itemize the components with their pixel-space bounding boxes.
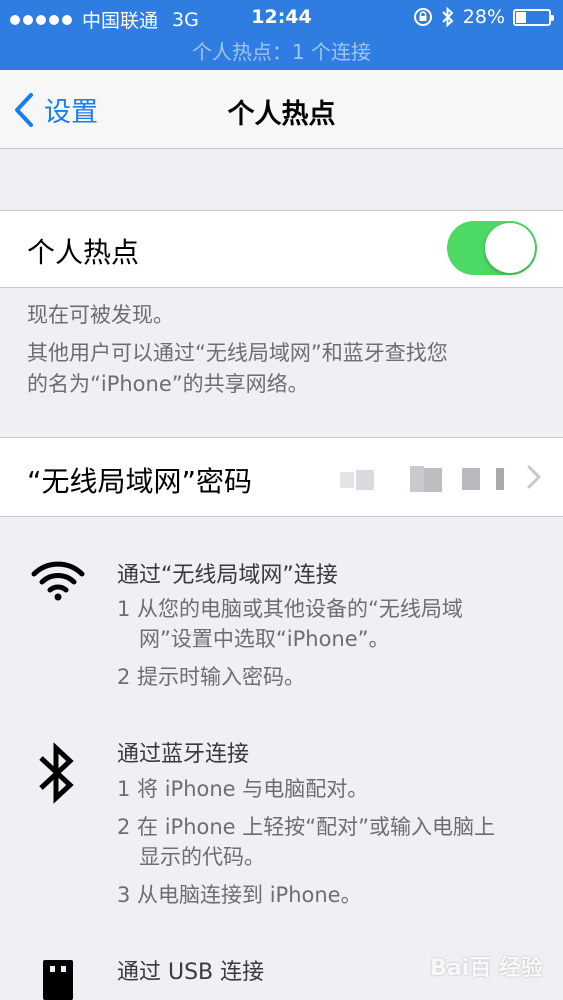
bluetooth-step-2-line1: 2 在 iPhone 上轻按“配对”或输入电脑上 [117,815,496,839]
battery-icon [513,8,554,26]
navigation-bar: 设置 个人热点 [0,70,563,149]
discoverable-description-line1: 其他用户可以通过“无线局域网”和蓝牙查找您 [27,341,448,365]
discoverable-description-line2: 的名为“iPhone”的共享网络。 [27,372,309,396]
wifi-password-label: “无线局域网”密码 [27,465,253,498]
page-title: 个人热点 [227,99,336,130]
hotspot-settings-screen: 中国联通 3G 12:44 28% 个人热点：1 个连接 设置 个人热点 个人热… [0,0,563,1000]
wifi-password-row[interactable]: “无线局域网”密码 [0,437,563,517]
wifi-instructions-title: 通过“无线局域网”连接 [117,563,338,588]
wifi-step-1-line2: 网”设置中选取“iPhone”。 [139,627,390,651]
bluetooth-step-3: 3 从电脑连接到 iPhone。 [117,883,362,907]
bluetooth-step-2-line2: 显示的代码。 [139,845,265,869]
wifi-step-2: 2 提示时输入密码。 [117,665,306,689]
bluetooth-icon [39,742,74,804]
bluetooth-instructions-title: 通过蓝牙连接 [117,742,250,767]
hotspot-connections-banner[interactable]: 个人热点：1 个连接 [0,36,563,65]
chevron-right-icon [527,465,541,489]
bluetooth-status-icon [442,6,454,28]
battery-percent: 28% [462,6,505,28]
hotspot-toggle-row: 个人热点 [0,210,563,288]
usb-icon [43,960,73,1000]
discoverable-status: 现在可被发现。 [27,303,174,327]
wifi-step-1-line1: 1 从您的电脑或其他设备的“无线局域 [117,597,463,621]
wifi-icon [31,561,85,601]
rotation-lock-icon [413,8,432,26]
usb-instructions-title: 通过 USB 连接 [117,960,265,985]
hotspot-toggle-label: 个人热点 [27,236,140,269]
baidu-jingyan-watermark: Bai百 经验 [430,956,543,981]
status-bar: 中国联通 3G 12:44 28% 个人热点：1 个连接 [0,0,563,70]
hotspot-switch[interactable] [447,221,537,275]
switch-knob [485,223,535,273]
bluetooth-step-1: 1 将 iPhone 与电脑配对。 [117,777,369,801]
